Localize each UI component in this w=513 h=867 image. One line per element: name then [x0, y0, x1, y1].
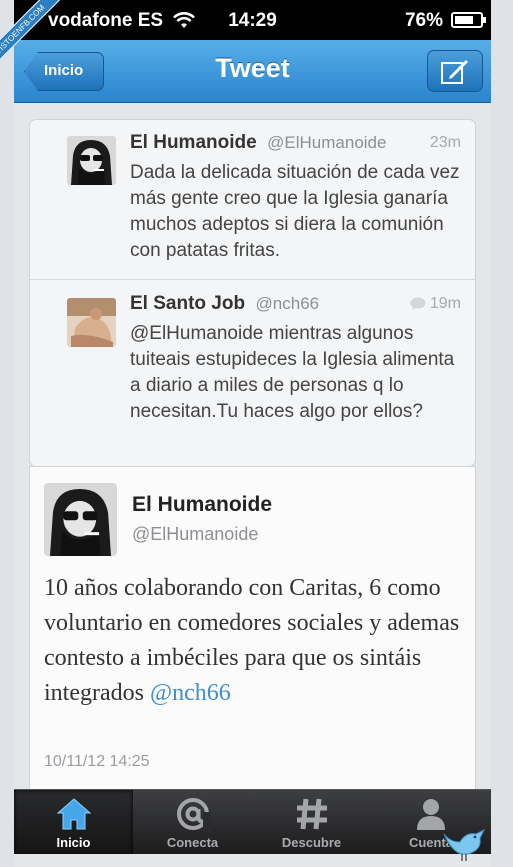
avatar[interactable]	[67, 298, 116, 347]
tweet-text: Dada la delicada situación de cada vez m…	[130, 162, 460, 261]
conversation-card: El Humanoide @ElHumanoide 23m Dada la de…	[29, 119, 476, 467]
avatar-image	[44, 483, 117, 556]
tab-home[interactable]: Inicio	[14, 790, 133, 855]
tweet-time-group: 19m	[410, 295, 461, 313]
compose-icon	[441, 60, 468, 84]
page-title: Tweet	[215, 53, 290, 83]
tab-discover[interactable]: Descubre	[252, 790, 371, 855]
author-name: El Santo Job	[130, 293, 246, 314]
tweet-text: @ElHumanoide mientras algunos tuiteais e…	[130, 323, 455, 422]
app-frame: vodafone ES 14:29 76% Inicio Tweet El Hu…	[14, 0, 491, 867]
tab-bar: Inicio Conecta Descubre Cuenta	[14, 789, 491, 855]
author-handle: @ElHumanoide	[132, 524, 259, 544]
bottom-strip	[14, 854, 491, 867]
tab-label: Inicio	[56, 835, 91, 850]
tweet-text: 10 años colaborando con Caritas, 6 como …	[44, 571, 469, 711]
tweet-time: 23m	[429, 134, 461, 151]
tab-label: Conecta	[166, 835, 219, 850]
avatar[interactable]	[67, 136, 116, 185]
tweet-detail: El Humanoide @ElHumanoide 23m Dada la de…	[14, 104, 491, 806]
mention-link[interactable]: @nch66	[150, 680, 231, 706]
hash-icon	[296, 798, 327, 830]
main-tweet-card: El Humanoide @ElHumanoide 10 años colabo…	[29, 466, 476, 806]
status-bar: vodafone ES 14:29 76%	[14, 0, 491, 40]
tweet-header: El Santo Job @nch66 19m	[130, 293, 461, 317]
watermark-ribbon: VISTOENFB.COM	[0, 0, 76, 90]
tweet-body: 10 años colaborando con Caritas, 6 como …	[44, 575, 460, 706]
author-name: El Humanoide	[132, 493, 273, 516]
at-icon	[176, 798, 211, 832]
battery-percent: 76%	[404, 10, 443, 31]
author-name: El Humanoide	[130, 132, 257, 153]
avatar[interactable]	[44, 483, 117, 556]
bird-logo-icon	[443, 828, 486, 861]
author-handle: @ElHumanoide	[267, 133, 387, 152]
tab-label: Descubre	[281, 835, 342, 850]
battery-icon	[451, 12, 486, 28]
nav-bar: Inicio Tweet	[14, 40, 491, 103]
avatar-image	[67, 136, 116, 185]
author-handle: @nch66	[255, 294, 320, 313]
conversation-tweet[interactable]: El Humanoide @ElHumanoide 23m Dada la de…	[30, 120, 475, 280]
battery-fill	[455, 16, 473, 24]
watermark-text: VISTOENFB.COM	[0, 0, 75, 85]
conversation-tweet[interactable]: El Santo Job @nch66 19m @ElHumanoide mie…	[30, 281, 475, 467]
home-icon	[56, 798, 91, 830]
tab-connect[interactable]: Conecta	[133, 790, 252, 855]
avatar-image	[67, 298, 116, 347]
tweet-timestamp: 10/11/12 14:25	[44, 753, 150, 770]
reply-icon	[410, 297, 426, 311]
compose-button[interactable]	[427, 50, 483, 92]
tweet-header: El Humanoide @ElHumanoide 23m	[130, 132, 461, 156]
tweet-time: 19m	[429, 295, 461, 312]
